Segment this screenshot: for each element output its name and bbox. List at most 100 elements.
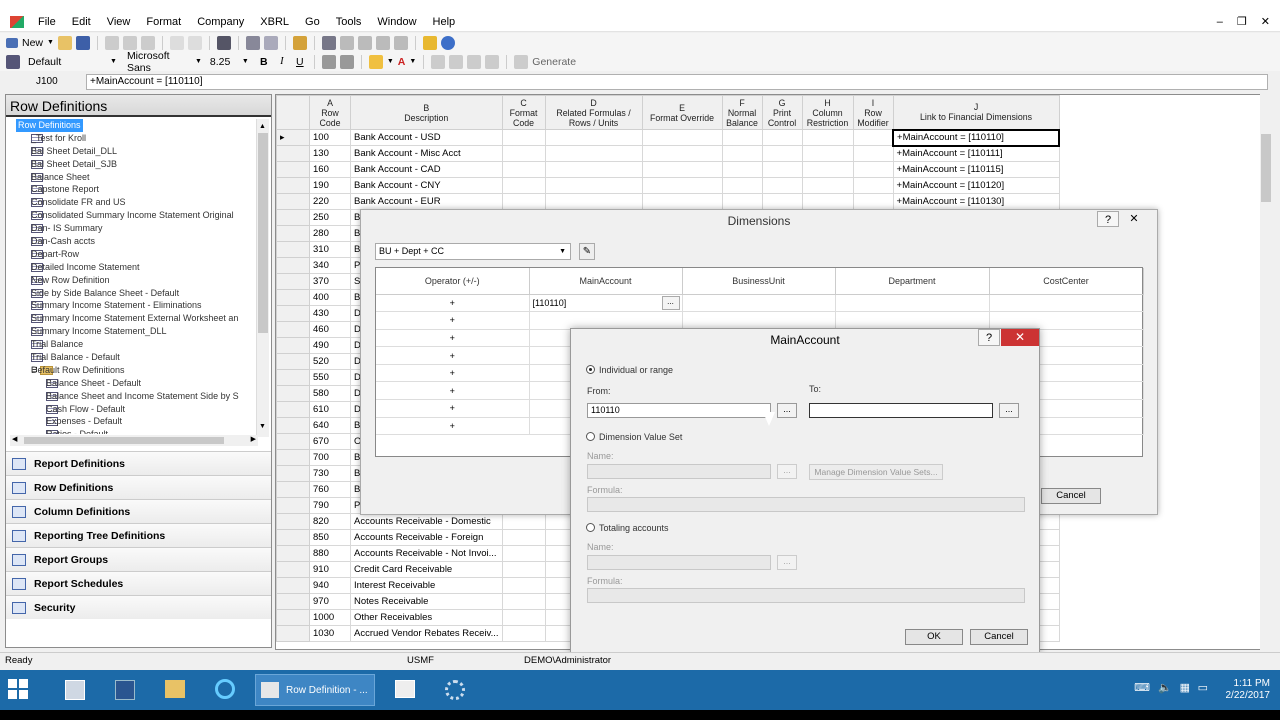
grid-cell[interactable] bbox=[761, 193, 803, 210]
menu-edit[interactable]: Edit bbox=[64, 12, 99, 32]
row-header[interactable] bbox=[276, 481, 310, 498]
row-code-cell[interactable]: 820 bbox=[309, 513, 351, 530]
grid-cell[interactable] bbox=[852, 129, 894, 146]
dimension-column-header[interactable]: BusinessUnit bbox=[682, 268, 836, 295]
menu-format[interactable]: Format bbox=[138, 12, 189, 32]
restore-icon[interactable]: ❐ bbox=[1237, 12, 1247, 32]
grid-cell[interactable] bbox=[761, 145, 803, 162]
scroll-right-icon[interactable]: ▶ bbox=[251, 435, 256, 443]
operator-cell[interactable]: + bbox=[376, 381, 530, 401]
file-explorer-icon[interactable] bbox=[160, 674, 190, 706]
nav-column-definitions[interactable]: Column Definitions bbox=[6, 499, 271, 523]
row-header[interactable] bbox=[276, 353, 310, 370]
row-header[interactable] bbox=[276, 305, 310, 322]
dimension-cell[interactable] bbox=[682, 294, 836, 313]
row-header[interactable] bbox=[276, 385, 310, 402]
view-icon[interactable] bbox=[321, 35, 336, 50]
server-manager-icon[interactable] bbox=[60, 674, 90, 706]
from-input[interactable]: 110110 bbox=[587, 403, 771, 418]
row-code-cell[interactable]: 340 bbox=[309, 257, 351, 274]
description-cell[interactable]: Notes Receivable bbox=[350, 593, 503, 610]
grid-cell[interactable] bbox=[501, 513, 546, 530]
clock-time[interactable]: 1:11 PM bbox=[1226, 678, 1271, 690]
operator-cell[interactable]: + bbox=[376, 399, 530, 418]
grid-cell[interactable] bbox=[544, 161, 643, 178]
row-header[interactable] bbox=[276, 433, 310, 450]
description-cell[interactable]: Bank Account - Misc Acct bbox=[350, 145, 503, 162]
description-cell[interactable]: Bank Account - CNY bbox=[350, 177, 503, 194]
dvs-browse-button[interactable]: ... bbox=[777, 464, 797, 479]
description-cell[interactable]: Bank Account - CAD bbox=[350, 161, 503, 178]
row-code-cell[interactable]: 370 bbox=[309, 273, 351, 290]
row-header[interactable] bbox=[276, 529, 310, 546]
dimension-cell[interactable] bbox=[835, 294, 990, 313]
tree-item[interactable]: New Row Definition bbox=[8, 274, 258, 287]
description-cell[interactable]: Bank Account - EUR bbox=[350, 193, 503, 210]
grid-cell[interactable] bbox=[852, 145, 894, 162]
row-header[interactable] bbox=[276, 561, 310, 578]
grid-cell[interactable] bbox=[852, 193, 894, 210]
row-code-cell[interactable]: 550 bbox=[309, 369, 351, 386]
row-code-cell[interactable]: 190 bbox=[309, 177, 351, 194]
tree-item[interactable]: ⊟Row Definitions bbox=[8, 119, 258, 132]
cancel-button[interactable]: Cancel bbox=[1041, 488, 1101, 504]
close-icon[interactable]: ✕ bbox=[1261, 12, 1270, 32]
tree-item[interactable]: Side by Side Balance Sheet - Default bbox=[8, 287, 258, 300]
grid-cell[interactable] bbox=[641, 193, 723, 210]
totaling-name-input[interactable] bbox=[587, 555, 771, 570]
grid-cell[interactable] bbox=[544, 177, 643, 194]
dimension-cell[interactable] bbox=[989, 311, 1144, 330]
tree-item[interactable]: Expenses - Default bbox=[8, 415, 258, 428]
totaling-formula-input[interactable] bbox=[587, 588, 1025, 603]
operator-cell[interactable]: + bbox=[376, 417, 530, 436]
grid-cell[interactable] bbox=[501, 161, 546, 178]
row-header[interactable] bbox=[276, 289, 310, 306]
dimension-cell[interactable] bbox=[682, 311, 836, 330]
grid-cell[interactable] bbox=[721, 145, 763, 162]
menu-company[interactable]: Company bbox=[189, 12, 252, 32]
grid-cell[interactable] bbox=[721, 193, 763, 210]
grid-cell[interactable] bbox=[501, 593, 546, 610]
grid-cell[interactable] bbox=[501, 193, 546, 210]
dimension-column-header[interactable]: Department bbox=[835, 268, 990, 295]
tree-item[interactable]: Balance Sheet bbox=[8, 171, 258, 184]
menu-tools[interactable]: Tools bbox=[328, 12, 370, 32]
chevron-down-icon[interactable]: ▼ bbox=[47, 39, 54, 46]
grid-cell[interactable] bbox=[544, 145, 643, 162]
row-header[interactable] bbox=[276, 497, 310, 514]
undo-icon[interactable] bbox=[169, 35, 184, 50]
column-header[interactable]: C Format Code bbox=[501, 95, 546, 130]
row-header[interactable] bbox=[276, 417, 310, 434]
tree-item[interactable]: Trial Balance bbox=[8, 338, 258, 351]
dimension-set-select[interactable]: BU + Dept + CC ▼ bbox=[375, 243, 571, 260]
nav-report-groups[interactable]: Report Groups bbox=[6, 547, 271, 571]
style-select[interactable]: Default bbox=[24, 56, 106, 68]
edit-pencil-icon[interactable]: ✎ bbox=[579, 243, 595, 260]
row-code-cell[interactable]: 910 bbox=[309, 561, 351, 578]
row-code-cell[interactable]: 730 bbox=[309, 465, 351, 482]
row-code-cell[interactable]: 520 bbox=[309, 353, 351, 370]
clock-date[interactable]: 2/22/2017 bbox=[1226, 690, 1271, 702]
grid-cell[interactable] bbox=[501, 145, 546, 162]
grid-cell[interactable] bbox=[501, 625, 546, 642]
nav-reporting-tree-definitions[interactable]: Reporting Tree Definitions bbox=[6, 523, 271, 547]
main-account-cell[interactable] bbox=[529, 311, 683, 330]
chevron-down-icon[interactable]: ▼ bbox=[195, 58, 202, 65]
tree-item[interactable]: Balance Sheet and Income Statement Side … bbox=[8, 390, 258, 403]
column-header[interactable]: I Row Modifier bbox=[852, 95, 894, 130]
column-header[interactable]: G Print Control bbox=[761, 95, 803, 130]
link-cell[interactable]: +MainAccount = [110115] bbox=[892, 161, 1060, 178]
font-color-icon[interactable]: A bbox=[398, 56, 406, 68]
row-code-cell[interactable]: 790 bbox=[309, 497, 351, 514]
tree-item[interactable]: Summary Income Statement External Worksh… bbox=[8, 312, 258, 325]
link-icon[interactable] bbox=[375, 35, 390, 50]
column-header[interactable]: B Description bbox=[350, 95, 503, 130]
row-code-cell[interactable]: 610 bbox=[309, 401, 351, 418]
tree-item[interactable]: Cash Flow - Default bbox=[8, 403, 258, 416]
row-header[interactable] bbox=[276, 337, 310, 354]
row-header[interactable] bbox=[276, 593, 310, 610]
row-header[interactable] bbox=[276, 161, 310, 178]
speaker-icon[interactable]: 🔈 bbox=[1158, 682, 1172, 694]
grid-cell[interactable] bbox=[721, 177, 763, 194]
grid-cell[interactable] bbox=[501, 177, 546, 194]
